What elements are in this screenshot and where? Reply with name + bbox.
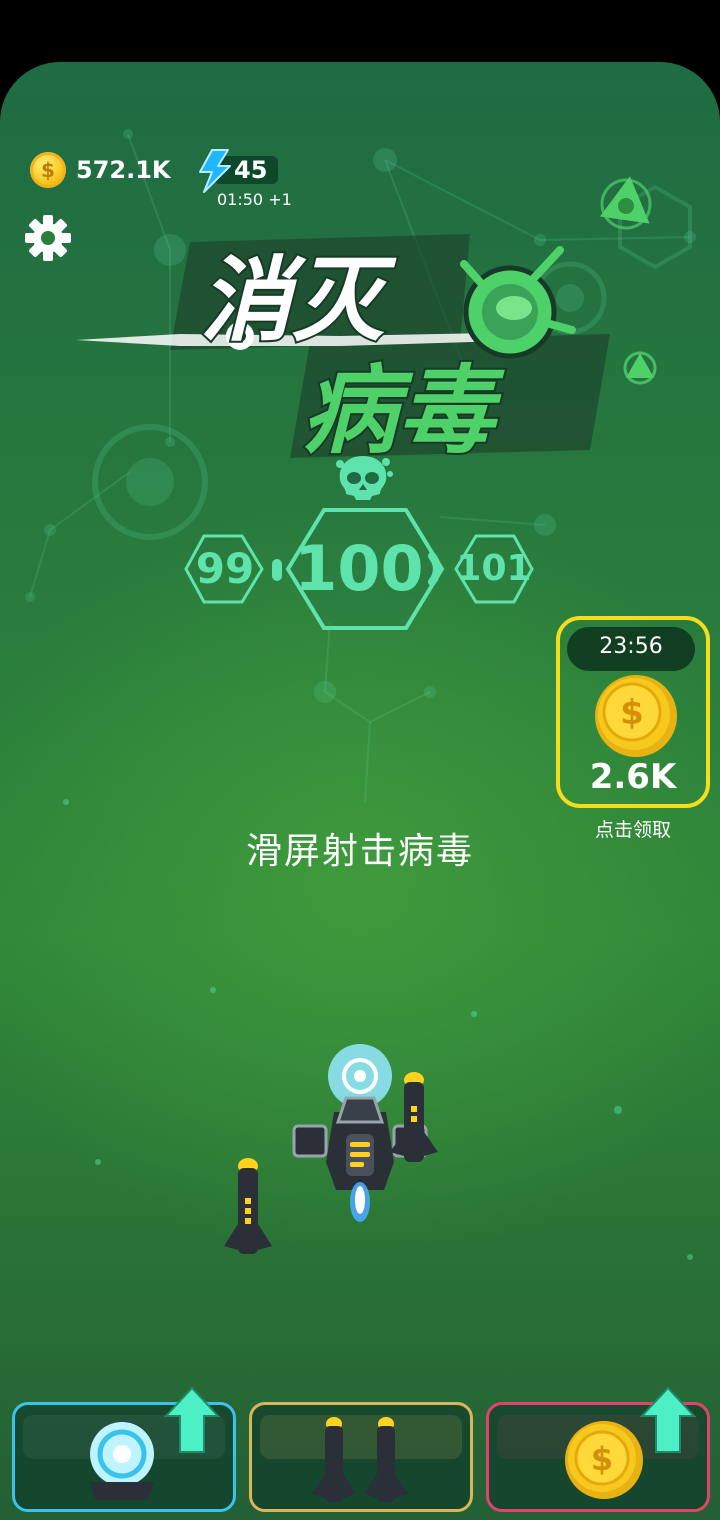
svg-text:$: $ [591,1440,613,1478]
game-title-logo: 消灭 病毒 [76,234,610,462]
shield-orb-icon [90,1422,154,1500]
game-screen[interactable]: $ 572.1K 45 01:50 +1 消灭 病毒 99 100 101 23… [0,62,720,1520]
missile-pair-icon [312,1417,408,1502]
reward-countdown: 23:56 [599,634,663,659]
coin-icon: $ [595,675,677,757]
coin-balance: 572.1K [76,156,171,184]
level-previous[interactable]: 99 [186,544,264,593]
energy-count: 45 [234,156,268,184]
wingman-missile [390,1072,438,1162]
upgrade-arrow-icon [640,1386,696,1453]
skull-boss-icon [336,456,393,500]
level-next[interactable]: 101 [456,548,532,589]
coin-icon: $ [30,152,66,188]
coin-icon: $ [565,1421,643,1499]
reward-amount: 2.6K [589,757,677,797]
upgrade-arrow-icon [164,1386,220,1453]
energy-refill-timer: 01:50 +1 [217,190,292,209]
title-line-2: 病毒 [302,355,505,462]
level-current[interactable]: 100 [286,532,432,605]
wingman-missile [224,1158,272,1254]
lightning-icon [199,149,231,193]
svg-text:$: $ [620,693,644,733]
swipe-hint-text: 滑屏射击病毒 [245,831,474,872]
title-line-1: 消灭 [200,247,397,354]
gear-icon[interactable] [24,214,72,262]
